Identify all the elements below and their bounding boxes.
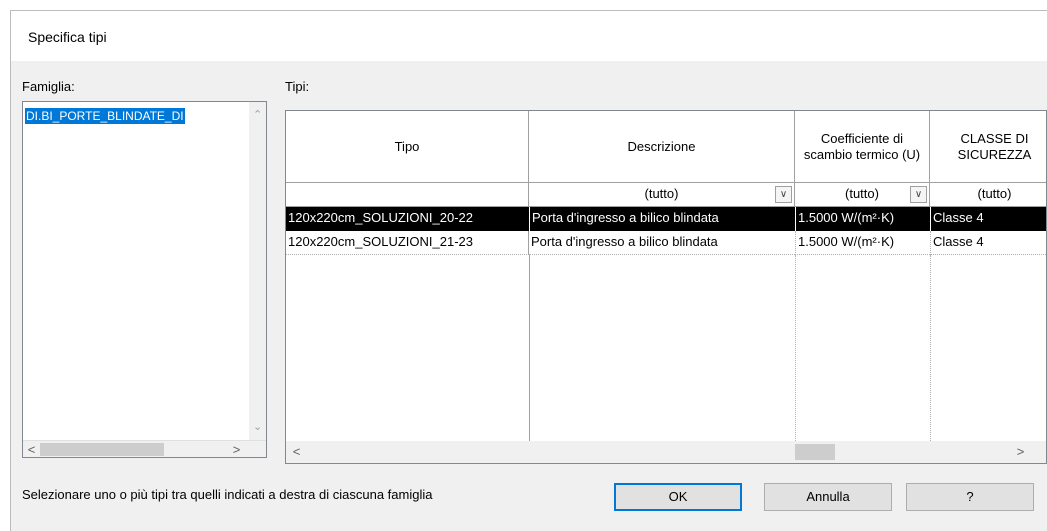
column-header-classe-sicurezza[interactable]: CLASSE DI SICUREZZA (930, 111, 1046, 183)
types-horizontal-scrollbar[interactable]: < > (286, 441, 1046, 463)
types-label: Tipi: (285, 79, 310, 94)
scroll-up-icon[interactable]: ⌃ (253, 108, 262, 121)
filter-cell-tipo (286, 183, 529, 207)
scroll-left-icon[interactable]: < (288, 443, 305, 460)
scroll-left-icon[interactable]: < (23, 441, 40, 458)
chevron-down-icon[interactable]: ∨ (775, 186, 792, 203)
column-divider (930, 255, 931, 441)
table-row-2-tipo[interactable]: 120x220cm_SOLUZIONI_21-23 (286, 231, 529, 255)
table-row-2-descrizione[interactable]: Porta d'ingresso a bilico blindata (529, 231, 795, 255)
family-horizontal-scrollbar[interactable]: < > (23, 440, 266, 457)
cancel-button[interactable]: Annulla (764, 483, 892, 511)
ok-button[interactable]: OK (614, 483, 742, 511)
help-button[interactable]: ? (906, 483, 1034, 511)
filter-coefficiente[interactable]: (tutto) ∨ (795, 183, 930, 207)
column-header-coefficiente[interactable]: Coefficiente di scambio termico (U) (795, 111, 930, 183)
family-list[interactable]: DI.BI_PORTE_BLINDATE_DI ⌃ ⌄ < > (22, 101, 267, 458)
types-scroll-thumb[interactable] (795, 444, 835, 460)
chevron-down-icon[interactable]: ∨ (910, 186, 927, 203)
hint-text: Selezionare uno o più tipi tra quelli in… (22, 487, 433, 502)
table-row-1-classe[interactable]: Classe 4 (930, 207, 1046, 231)
family-label: Famiglia: (22, 79, 75, 94)
table-row-1-descrizione[interactable]: Porta d'ingresso a bilico blindata (529, 207, 795, 231)
filter-descrizione[interactable]: (tutto) ∨ (529, 183, 795, 207)
family-list-item[interactable]: DI.BI_PORTE_BLINDATE_DI (25, 108, 185, 124)
family-vertical-scrollbar[interactable]: ⌃ ⌄ (249, 102, 266, 441)
family-scroll-thumb[interactable] (40, 443, 164, 456)
filter-classe-sicurezza[interactable]: (tutto) (930, 183, 1046, 207)
column-header-descrizione[interactable]: Descrizione (529, 111, 795, 183)
column-divider (529, 255, 530, 441)
table-row-2-classe[interactable]: Classe 4 (930, 231, 1046, 255)
dialog-title: Specifica tipi (28, 29, 107, 45)
scroll-down-icon[interactable]: ⌄ (253, 420, 262, 433)
table-row-1-coefficiente[interactable]: 1.5000 W/(m²·K) (795, 207, 930, 231)
scroll-right-icon[interactable]: > (228, 441, 245, 458)
column-divider (795, 255, 796, 441)
scroll-right-icon[interactable]: > (1012, 443, 1029, 460)
table-row-1-tipo[interactable]: 120x220cm_SOLUZIONI_20-22 (286, 207, 529, 231)
types-grid[interactable]: Tipo Descrizione Coefficiente di scambio… (285, 110, 1047, 464)
column-header-tipo[interactable]: Tipo (286, 111, 529, 183)
table-row-2-coefficiente[interactable]: 1.5000 W/(m²·K) (795, 231, 930, 255)
dialog-titlebar: Specifica tipi (11, 11, 1047, 61)
